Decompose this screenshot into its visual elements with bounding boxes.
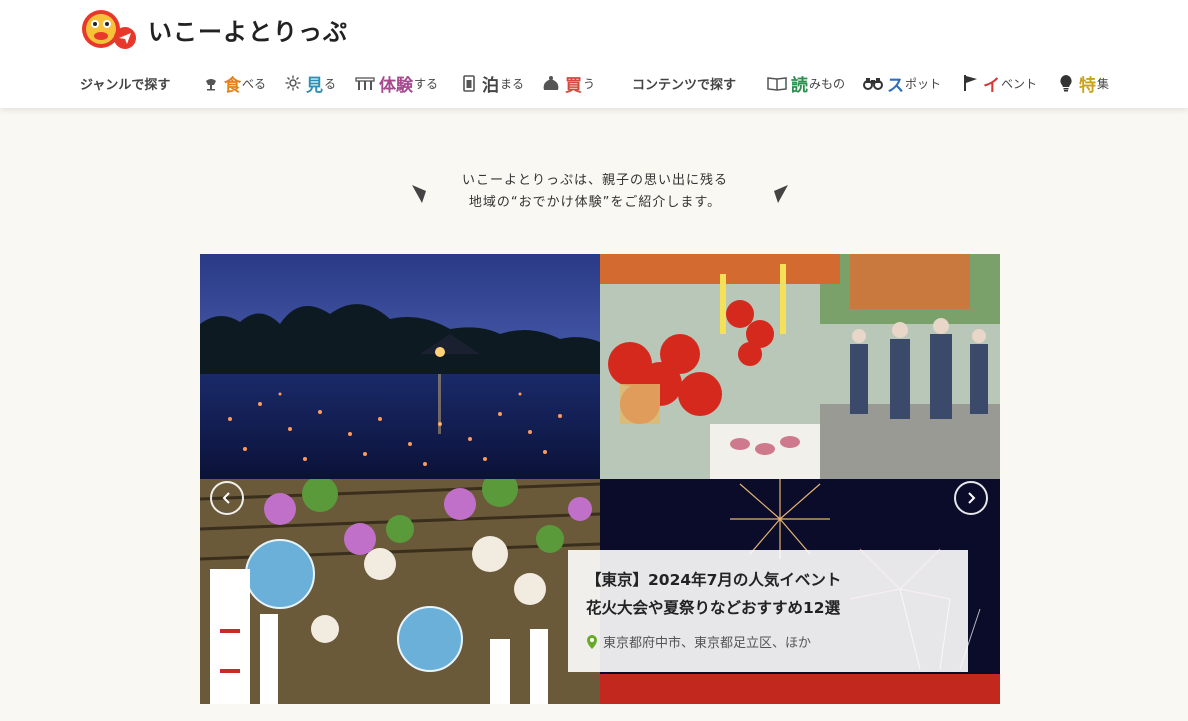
logo-mark-icon bbox=[80, 8, 142, 50]
nav-item-feature[interactable]: 特 集 bbox=[1057, 70, 1109, 96]
food-icon bbox=[202, 74, 220, 92]
tagline-line-2: 地域の“おでかけ体験”をご紹介します。 bbox=[468, 195, 722, 210]
lightbulb-icon bbox=[1057, 74, 1075, 92]
shopping-bag-icon bbox=[541, 74, 561, 92]
hero-caption-card[interactable]: 【東京】2024年7月の人気イベント 花火大会や夏祭りなどおすすめ12選 東京都… bbox=[568, 550, 968, 672]
nav-item-label-big: 読 bbox=[791, 75, 808, 96]
nav-item-label-big: 泊 bbox=[482, 75, 499, 96]
hero-location: 東京都府中市、東京都足立区、ほか bbox=[586, 632, 950, 651]
nav-item-eat[interactable]: 食 べる bbox=[202, 70, 266, 96]
chevron-right-icon bbox=[968, 492, 976, 504]
nav-item-stay[interactable]: 泊 まる bbox=[460, 70, 524, 96]
nav-item-spot[interactable]: ス ポット bbox=[863, 70, 941, 96]
nav-item-label-small: べる bbox=[242, 76, 267, 91]
nav-item-label-big: 特 bbox=[1079, 75, 1096, 96]
nav-item-label-small: る bbox=[324, 76, 337, 91]
hero-image-wind-chimes bbox=[200, 479, 600, 704]
nav-item-shop[interactable]: 買 う bbox=[541, 70, 595, 96]
nav-item-label-big: 見 bbox=[306, 75, 323, 96]
nav-item-read[interactable]: 読 みもの bbox=[767, 70, 845, 96]
nav-item-label-big: 食 bbox=[224, 75, 241, 96]
nav-item-label-small: する bbox=[414, 76, 439, 91]
nav-item-label-small: みもの bbox=[809, 76, 846, 91]
nav-item-event[interactable]: イ ベント bbox=[961, 70, 1037, 96]
book-icon bbox=[767, 74, 787, 92]
nav-item-label-big: 体験 bbox=[379, 75, 413, 96]
content-nav: コンテンツで探す bbox=[632, 70, 736, 96]
hero-image-lantern-pond bbox=[200, 254, 600, 479]
nav-item-label-small: まる bbox=[500, 76, 525, 91]
genre-nav-heading: ジャンルで探す bbox=[80, 77, 171, 93]
tagline-line-1: いこーよとりっぷは、親子の思い出に残る bbox=[461, 173, 728, 188]
logo-text: いこーよとりっぷ bbox=[148, 17, 348, 46]
flag-icon bbox=[961, 74, 979, 92]
nav-item-label-big: 買 bbox=[565, 75, 582, 96]
sparkle-icon bbox=[284, 74, 302, 92]
carousel-next-button[interactable] bbox=[954, 481, 988, 515]
experience-icon bbox=[355, 74, 375, 92]
carousel-prev-button[interactable] bbox=[210, 481, 244, 515]
binoculars-icon bbox=[863, 74, 883, 92]
nav-item-label-small: ポット bbox=[905, 76, 942, 91]
nav-item-see[interactable]: 見 る bbox=[284, 70, 336, 96]
hero-location-text: 東京都府中市、東京都足立区、ほか bbox=[603, 636, 812, 651]
hotel-icon bbox=[460, 74, 478, 92]
nav-item-label-big: イ bbox=[983, 75, 1000, 96]
hero-title-line-1: 【東京】2024年7月の人気イベント bbox=[586, 571, 842, 589]
nav-item-label-small: 集 bbox=[1097, 76, 1110, 91]
site-logo[interactable]: いこーよとりっぷ bbox=[80, 8, 348, 50]
nav-item-label-small: ベント bbox=[1001, 76, 1038, 91]
nav-item-label-small: う bbox=[583, 76, 596, 91]
nav-item-experience[interactable]: 体験 する bbox=[355, 70, 438, 96]
hero-image-festival-market bbox=[600, 254, 1000, 479]
nav-item-label-big: ス bbox=[887, 75, 904, 96]
chevron-left-icon bbox=[222, 492, 230, 504]
hero-title-line-2: 花火大会や夏祭りなどおすすめ12選 bbox=[586, 599, 841, 617]
location-pin-icon bbox=[587, 634, 597, 649]
site-header: いこーよとりっぷ ジャンルで探す 食 べる 見 る 体験 する 泊 まる 買 う… bbox=[0, 0, 1188, 108]
content-nav-heading: コンテンツで探す bbox=[632, 77, 737, 93]
genre-nav: ジャンルで探す bbox=[80, 70, 170, 96]
hero-carousel[interactable]: 【東京】2024年7月の人気イベント 花火大会や夏祭りなどおすすめ12選 東京都… bbox=[200, 254, 1000, 704]
tagline: いこーよとりっぷは、親子の思い出に残る 地域の“おでかけ体験”をご紹介します。 bbox=[400, 170, 790, 214]
